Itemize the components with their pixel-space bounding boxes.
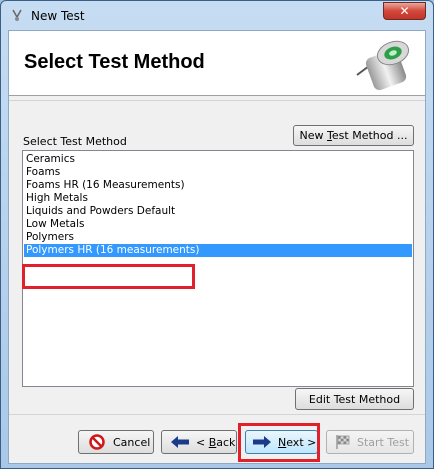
list-item[interactable]: Low Metals	[26, 218, 84, 231]
cancel-button[interactable]: Cancel	[78, 430, 154, 454]
list-item[interactable]: High Metals	[26, 192, 88, 205]
start-test-button[interactable]: Start Test	[326, 430, 414, 454]
list-item[interactable]: Liquids and Powders Default	[26, 205, 175, 218]
start-test-label: Start Test	[357, 435, 410, 449]
window-title: New Test	[31, 9, 85, 23]
method-list-label: Select Test Method	[23, 135, 127, 148]
wizard-header: Select Test Method	[9, 31, 425, 96]
new-test-method-label: New Test Method ...	[299, 129, 408, 142]
new-test-method-button[interactable]: New Test Method ...	[293, 125, 414, 146]
sensor-probe-icon	[356, 40, 409, 91]
cancel-label: Cancel	[113, 435, 151, 449]
wizard-client-area: Select Test Method Select Test Method Ne…	[8, 30, 426, 464]
edit-test-method-button[interactable]: Edit Test Method	[295, 388, 414, 410]
list-item[interactable]: Ceramics	[26, 153, 75, 166]
header-divider	[9, 100, 425, 101]
page-title: Select Test Method	[24, 51, 205, 73]
no-entry-icon	[89, 434, 105, 450]
list-item-selected[interactable]: Polymers HR (16 measurements)	[24, 244, 412, 257]
highlight-box-selected-item	[22, 264, 195, 289]
back-button[interactable]: < Back	[161, 430, 237, 454]
checkered-flag-icon	[336, 435, 350, 449]
dialog-window: New Test ✕ Select Test Method Select Tes…	[0, 0, 434, 469]
list-item[interactable]: Foams HR (16 Measurements)	[26, 179, 185, 192]
title-bar: New Test ✕	[1, 1, 433, 29]
footer-divider	[9, 414, 425, 415]
arrow-left-icon	[171, 436, 189, 448]
highlight-box-next-button	[238, 423, 320, 462]
list-item[interactable]: Foams	[26, 166, 60, 179]
back-label: < Back	[196, 435, 236, 449]
list-item[interactable]: Polymers	[26, 231, 74, 244]
close-button[interactable]: ✕	[383, 2, 426, 20]
close-icon: ✕	[399, 4, 410, 18]
app-icon	[12, 9, 22, 21]
